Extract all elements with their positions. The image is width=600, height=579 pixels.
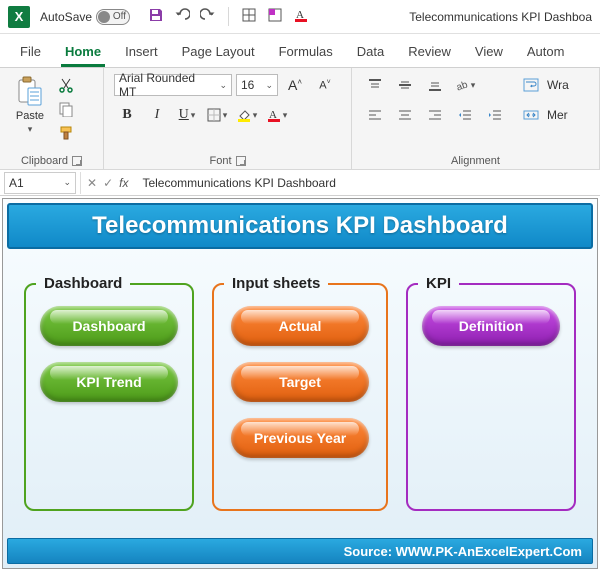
tab-home[interactable]: Home <box>61 38 105 67</box>
paste-label: Paste <box>16 110 44 122</box>
btn-definition[interactable]: Definition <box>422 306 560 346</box>
font-color-qat-icon[interactable]: A <box>293 7 309 26</box>
chevron-down-icon: ▾ <box>191 110 196 121</box>
copy-icon[interactable] <box>56 100 76 118</box>
name-box[interactable]: A1 ⌄ <box>4 172 76 194</box>
name-box-value: A1 <box>9 176 24 190</box>
alignment-group-label: Alignment <box>451 155 500 167</box>
align-middle-button[interactable] <box>392 74 418 96</box>
merge-center-button[interactable]: Mer <box>518 104 574 126</box>
orientation-button[interactable]: ab▾ <box>452 74 478 96</box>
decrease-indent-button[interactable] <box>452 104 478 126</box>
chevron-down-icon: ▾ <box>283 110 288 121</box>
decrease-font-button[interactable]: A˅ <box>312 74 338 96</box>
font-size-combo[interactable]: 16 ⌄ <box>236 74 278 96</box>
autosave-state: Off <box>113 11 126 22</box>
worksheet-area: Telecommunications KPI Dashboard Dashboa… <box>0 196 600 571</box>
font-color-button[interactable]: A▾ <box>264 104 290 126</box>
bold-button[interactable]: B <box>114 104 140 126</box>
ribbon-tabs: File Home Insert Page Layout Formulas Da… <box>0 34 600 68</box>
title-bar: AutoSave Off A Telecommunications KPI Da… <box>0 0 600 34</box>
clipboard-group-label: Clipboard <box>21 155 68 167</box>
chevron-down-icon: ▾ <box>28 124 33 135</box>
fill-qat-icon[interactable] <box>267 7 283 26</box>
borders-button[interactable]: ▾ <box>204 104 230 126</box>
underline-button[interactable]: U▾ <box>174 104 200 126</box>
panel-inputs-legend: Input sheets <box>224 275 328 292</box>
italic-button[interactable]: I <box>144 104 170 126</box>
tab-automate[interactable]: Autom <box>523 38 569 67</box>
font-size-value: 16 <box>241 78 254 92</box>
tab-review[interactable]: Review <box>404 38 455 67</box>
tab-file[interactable]: File <box>16 38 45 67</box>
toggle-knob-icon <box>98 11 110 23</box>
align-right-button[interactable] <box>422 104 448 126</box>
increase-indent-button[interactable] <box>482 104 508 126</box>
merge-label: Mer <box>547 108 568 122</box>
undo-icon[interactable] <box>174 7 190 26</box>
cut-icon[interactable] <box>56 76 76 94</box>
increase-font-button[interactable]: A˄ <box>282 74 308 96</box>
chevron-down-icon: ▾ <box>471 80 476 91</box>
panel-dashboard-legend: Dashboard <box>36 275 130 292</box>
tab-data[interactable]: Data <box>353 38 388 67</box>
font-launcher-icon[interactable] <box>236 156 246 166</box>
paste-button[interactable]: Paste ▾ <box>10 74 50 137</box>
group-clipboard: Paste ▾ Clipboard <box>0 68 104 169</box>
group-alignment: ab▾ Wra Mer <box>352 68 600 169</box>
separator <box>228 7 229 26</box>
cancel-formula-icon[interactable]: ✕ <box>87 176 97 190</box>
autosave-toggle[interactable]: Off <box>96 9 130 25</box>
chevron-down-icon: ▾ <box>253 110 258 121</box>
btn-kpi-trend[interactable]: KPI Trend <box>40 362 178 402</box>
font-group-label: Font <box>209 155 231 167</box>
dashboard-footer: Source: WWW.PK-AnExcelExpert.Com <box>7 538 593 564</box>
clipboard-launcher-icon[interactable] <box>72 156 82 166</box>
btn-previous-year[interactable]: Previous Year <box>231 418 369 458</box>
tab-formulas[interactable]: Formulas <box>275 38 337 67</box>
btn-dashboard[interactable]: Dashboard <box>40 306 178 346</box>
accept-formula-icon[interactable]: ✓ <box>103 176 113 190</box>
btn-target[interactable]: Target <box>231 362 369 402</box>
fx-icon[interactable]: fx <box>119 176 128 190</box>
autosave-label: AutoSave <box>40 10 92 24</box>
ribbon: Paste ▾ Clipboard Arial Rounded MT ⌄ 16 ⌄ … <box>0 68 600 170</box>
wrap-label: Wra <box>547 78 569 92</box>
panel-kpi-legend: KPI <box>418 275 459 292</box>
formula-bar: A1 ⌄ ✕ ✓ fx Telecommunications KPI Dashbo… <box>0 170 600 196</box>
panel-kpi: KPI Definition <box>406 275 576 511</box>
formula-input[interactable]: Telecommunications KPI Dashboard <box>134 176 600 190</box>
document-title: Telecommunications KPI Dashboa <box>389 10 592 24</box>
chevron-down-icon: ⌄ <box>63 177 71 188</box>
align-bottom-button[interactable] <box>422 74 448 96</box>
panel-dashboard: Dashboard Dashboard KPI Trend <box>24 275 194 511</box>
redo-icon[interactable] <box>200 7 216 26</box>
svg-text:ab: ab <box>455 79 469 92</box>
chevron-down-icon: ⌄ <box>265 80 273 91</box>
dashboard-container: Telecommunications KPI Dashboard Dashboa… <box>2 198 598 569</box>
quick-access-toolbar: A <box>148 7 309 26</box>
save-icon[interactable] <box>148 7 164 26</box>
btn-actual[interactable]: Actual <box>231 306 369 346</box>
tab-page-layout[interactable]: Page Layout <box>178 38 259 67</box>
font-name-combo[interactable]: Arial Rounded MT ⌄ <box>114 74 232 96</box>
excel-logo-icon <box>8 6 30 28</box>
autosave-control[interactable]: AutoSave Off <box>40 9 130 25</box>
panel-input-sheets: Input sheets Actual Target Previous Year <box>212 275 388 511</box>
chevron-down-icon: ⌄ <box>219 80 227 91</box>
wrap-text-button[interactable]: Wra <box>518 74 574 96</box>
tab-view[interactable]: View <box>471 38 507 67</box>
align-left-button[interactable] <box>362 104 388 126</box>
borders-qat-icon[interactable] <box>241 7 257 26</box>
dashboard-title: Telecommunications KPI Dashboard <box>7 203 593 249</box>
font-name-value: Arial Rounded MT <box>119 71 215 99</box>
tab-insert[interactable]: Insert <box>121 38 162 67</box>
align-top-button[interactable] <box>362 74 388 96</box>
format-painter-icon[interactable] <box>56 124 76 142</box>
fill-color-button[interactable]: ▾ <box>234 104 260 126</box>
align-center-button[interactable] <box>392 104 418 126</box>
group-font: Arial Rounded MT ⌄ 16 ⌄ A˄ A˅ B I U▾ ▾ ▾ A… <box>104 68 352 169</box>
chevron-down-icon: ▾ <box>223 110 228 121</box>
